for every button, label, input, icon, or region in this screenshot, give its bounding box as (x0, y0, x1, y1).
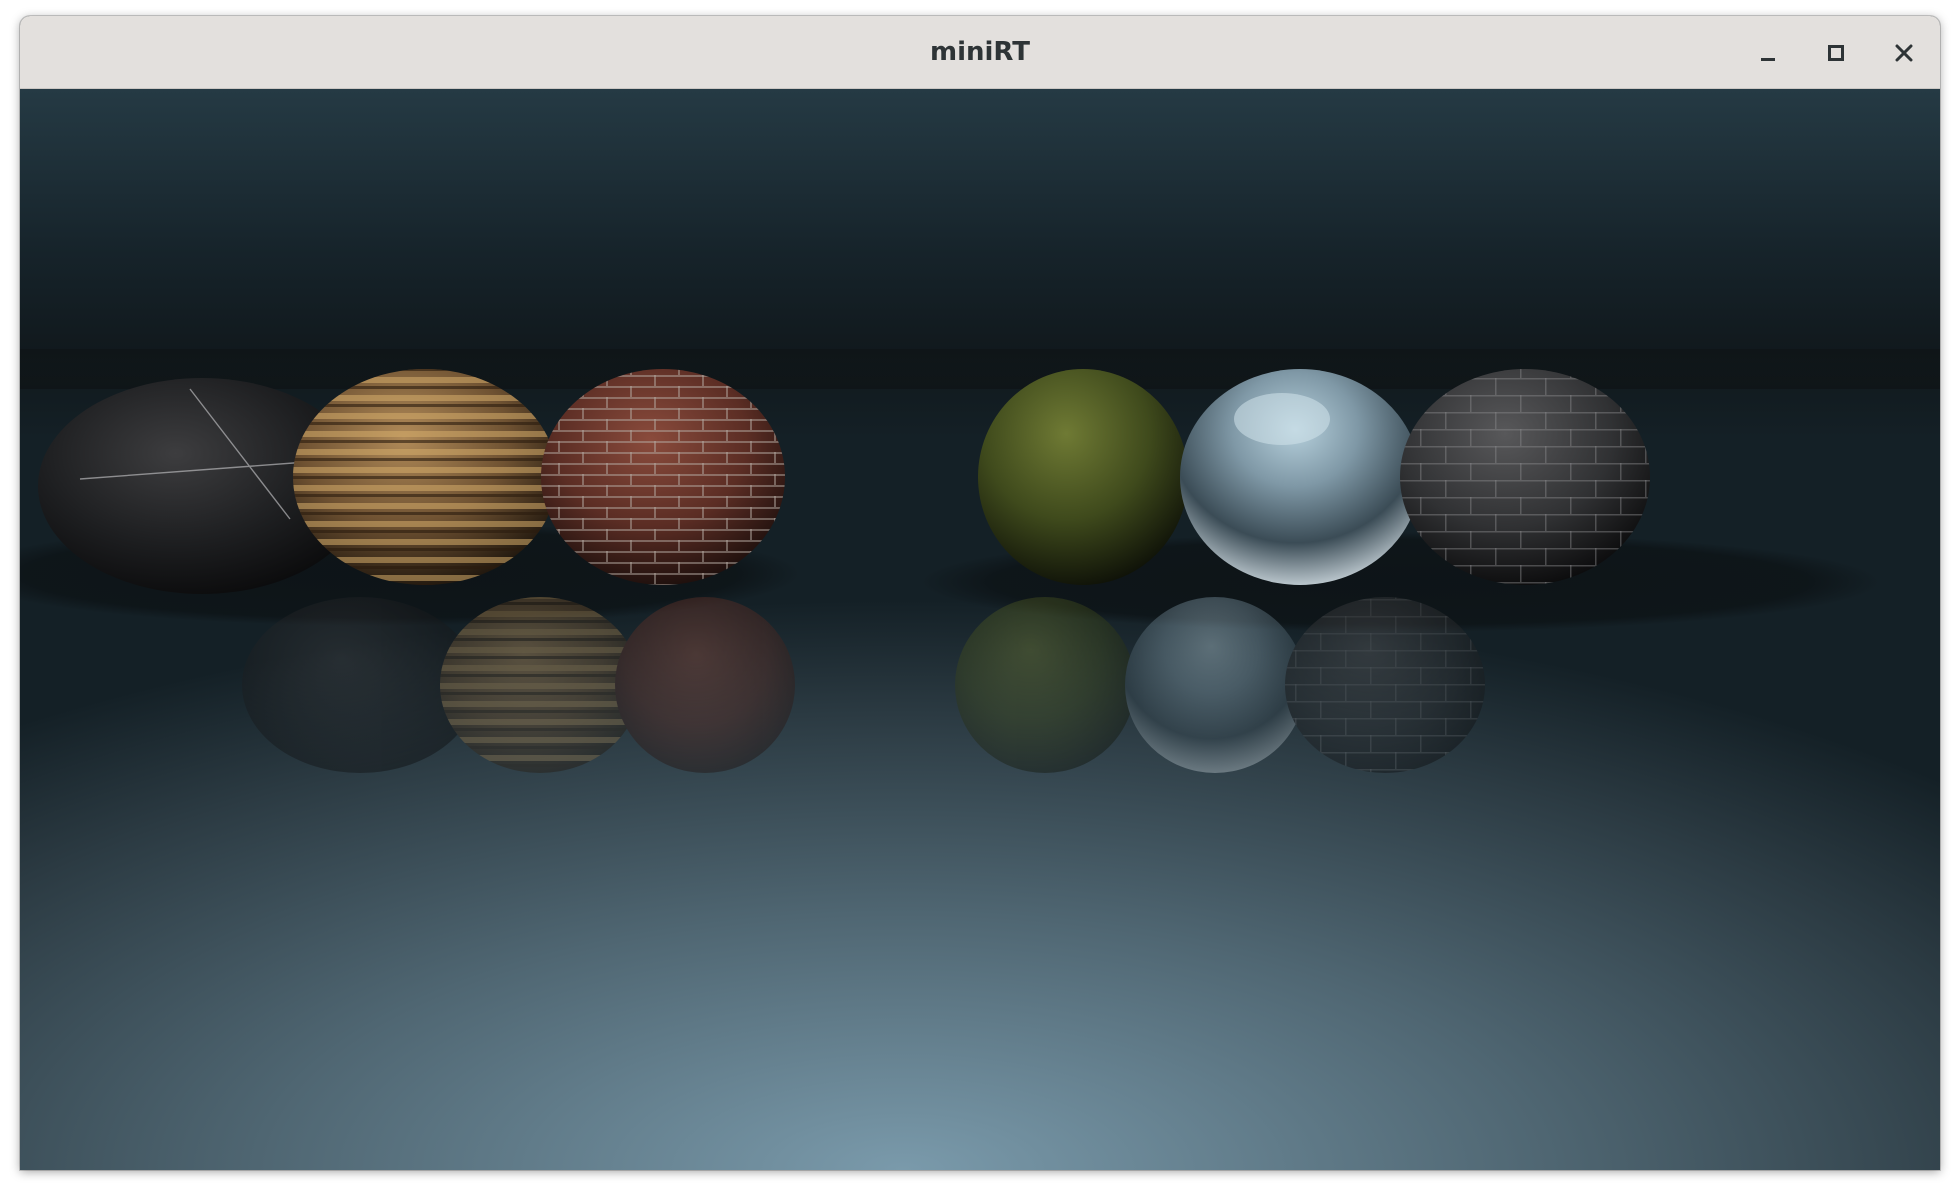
rendered-scene (20, 89, 1940, 1170)
title-bar[interactable]: miniRT (20, 16, 1940, 89)
render-viewport[interactable] (20, 89, 1940, 1170)
slate-tiles (1400, 369, 1650, 585)
chrome-reflection (1125, 597, 1305, 773)
minimize-icon (1761, 58, 1775, 61)
wood-reflection-stripes (440, 597, 640, 773)
maximize-icon (1828, 45, 1844, 61)
maximize-button[interactable] (1818, 35, 1854, 71)
slate-reflection-tiles (1285, 597, 1485, 773)
close-icon (1895, 44, 1913, 62)
wood-grain (293, 369, 557, 585)
grass-sphere (978, 369, 1188, 585)
chrome-highlight (1234, 393, 1330, 445)
brick-mortar (541, 369, 785, 585)
grass-reflection (955, 597, 1135, 773)
close-button[interactable] (1886, 35, 1922, 71)
window-title: miniRT (929, 37, 1030, 67)
app-window: miniRT (20, 16, 1940, 1170)
minimize-button[interactable] (1750, 35, 1786, 71)
sky-backdrop (20, 89, 1940, 389)
brick-reflection (615, 597, 795, 773)
